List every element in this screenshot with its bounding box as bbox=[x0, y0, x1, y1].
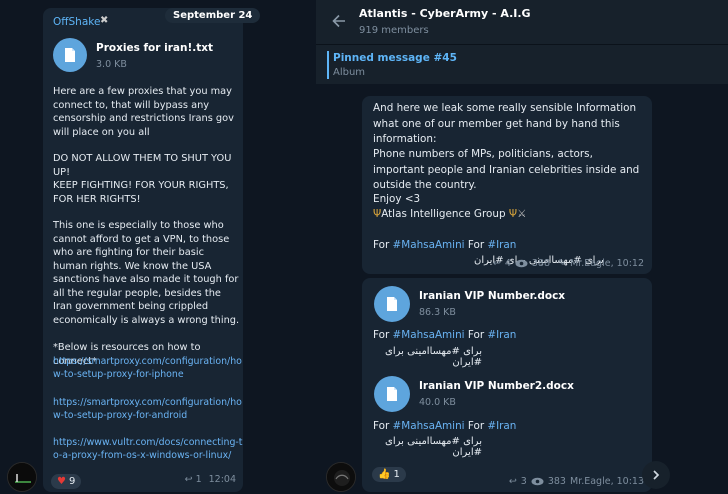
pin-icon: ✎ bbox=[558, 258, 566, 269]
view-count: 388 bbox=[531, 258, 551, 269]
reply-count: 1 bbox=[195, 474, 202, 485]
chat-title[interactable]: Atlantis - CyberArmy - A.I.G bbox=[359, 7, 531, 20]
chevron-right-icon bbox=[653, 470, 660, 480]
file-size: 86.3 KB bbox=[419, 307, 456, 318]
file-attachment[interactable]: Iranian VIP Number2.docx 40.0 KB bbox=[374, 376, 574, 412]
file-attachment[interactable]: Iranian VIP Number.docx 86.3 KB bbox=[374, 286, 565, 322]
pinned-indicator bbox=[327, 51, 329, 79]
left-chat-pane: OffShake ✖ Proxies for iran!.txt 3.0 KB … bbox=[0, 0, 314, 494]
message-text: This one is especially to those who cann… bbox=[53, 220, 240, 326]
eye-icon bbox=[531, 477, 544, 486]
file-icon[interactable] bbox=[53, 38, 87, 72]
file-size: 3.0 KB bbox=[96, 59, 127, 70]
message-time: 12:04 bbox=[208, 474, 236, 485]
link-iphone[interactable]: https://smartproxy.com/configuration/how… bbox=[53, 355, 243, 381]
hashtag-iran[interactable]: #Iran bbox=[487, 420, 516, 432]
message-bubble[interactable]: And here we leak some really sensible In… bbox=[362, 96, 652, 274]
hashtag-line: For #MahsaAmini For #Iran bbox=[373, 328, 645, 344]
link-android[interactable]: https://smartproxy.com/configuration/how… bbox=[53, 396, 243, 422]
chat-header[interactable]: Atlantis - CyberArmy - A.I.G 919 members bbox=[316, 0, 728, 44]
message-text: Phone numbers of MPs, politicians, actor… bbox=[373, 148, 640, 191]
hashtag-mahsaamini[interactable]: #MahsaAmini bbox=[393, 420, 465, 432]
file-name: Iranian VIP Number.docx bbox=[419, 290, 566, 302]
file-name: Proxies for iran!.txt bbox=[96, 42, 214, 54]
message-text: KEEP FIGHTING! FOR YOUR RIGHTS, FOR HER … bbox=[53, 180, 229, 205]
reply-icon: ↩ bbox=[492, 258, 501, 269]
file-size: 40.0 KB bbox=[419, 397, 456, 408]
file-icon[interactable] bbox=[374, 376, 410, 412]
for-label: For bbox=[373, 239, 393, 251]
thumbs-up-icon: 👍 bbox=[378, 469, 391, 480]
pinned-title[interactable]: Pinned message #45 bbox=[333, 52, 457, 64]
message-meta: ↩ 3 383 Mr.Eagle, 10:13 bbox=[509, 476, 644, 487]
trident-icon: Ψ bbox=[508, 208, 518, 220]
rtl-hashtags[interactable]: برای #مهساامینی برای #ایران bbox=[374, 436, 482, 458]
hashtag-mahsaamini[interactable]: #MahsaAmini bbox=[393, 329, 465, 341]
message-meta: ↩ 1 12:04 bbox=[185, 474, 236, 485]
hashtag-line: For #MahsaAmini For #Iran bbox=[373, 238, 645, 254]
for-label: For bbox=[464, 329, 488, 341]
reply-count: 4 bbox=[504, 258, 511, 269]
for-label: For bbox=[464, 420, 488, 432]
link-vultr[interactable]: https://www.vultr.com/docs/connecting-to… bbox=[53, 436, 243, 462]
scroll-down-button[interactable] bbox=[642, 461, 670, 489]
file-name: Iranian VIP Number2.docx bbox=[419, 380, 574, 392]
avatar[interactable] bbox=[326, 462, 356, 492]
signature-line: ΨAtlas Intelligence Group Ψ⚔ bbox=[373, 207, 645, 223]
hashtag-iran[interactable]: #Iran bbox=[487, 239, 516, 251]
signature-text: Atlas Intelligence Group bbox=[381, 208, 506, 220]
reaction-count: 9 bbox=[68, 476, 76, 487]
pinned-subtitle: Album bbox=[333, 67, 366, 78]
reply-count: 3 bbox=[520, 476, 527, 487]
file-attachment[interactable]: Proxies for iran!.txt 3.0 KB bbox=[53, 38, 213, 72]
hashtag-iran[interactable]: #Iran bbox=[487, 329, 516, 341]
message-text: DO NOT ALLOW THEM TO SHUT YOU UP! bbox=[53, 153, 232, 178]
sender-badge: ✖ bbox=[100, 15, 109, 26]
sender-name[interactable]: OffShake bbox=[53, 16, 100, 28]
hashtag-line: For #MahsaAmini For #Iran bbox=[373, 419, 645, 435]
rtl-hashtags[interactable]: برای #مهساامینی برای #ایران bbox=[374, 346, 482, 368]
message-bubble[interactable]: Iranian VIP Number.docx 86.3 KB For #Mah… bbox=[362, 278, 652, 492]
reaction-count: 1 bbox=[393, 469, 400, 480]
hashtag-mahsaamini[interactable]: #MahsaAmini bbox=[393, 239, 465, 251]
message-text: Here are a few proxies that you may conn… bbox=[53, 86, 234, 138]
author-time: Mr.Eagle, 10:12 bbox=[569, 258, 644, 269]
author-time: Mr.Eagle, 10:13 bbox=[569, 476, 644, 487]
date-pill: September 24 bbox=[165, 8, 261, 23]
pinned-message-bar[interactable]: Pinned message #45 Album bbox=[316, 44, 728, 84]
reply-icon: ↩ bbox=[184, 474, 193, 485]
file-icon[interactable] bbox=[374, 286, 410, 322]
message-text: And here we leak some really sensible In… bbox=[373, 102, 637, 145]
for-label: For bbox=[464, 239, 488, 251]
right-chat-pane: Atlantis - CyberArmy - A.I.G 919 members… bbox=[316, 0, 728, 494]
message-bubble[interactable]: OffShake ✖ Proxies for iran!.txt 3.0 KB … bbox=[43, 8, 243, 492]
reaction-heart[interactable]: ♥ 9 bbox=[51, 474, 82, 489]
view-count: 383 bbox=[547, 476, 566, 487]
for-label: For bbox=[373, 329, 393, 341]
message-text: Enjoy <3 bbox=[373, 193, 421, 205]
avatar[interactable] bbox=[7, 462, 37, 492]
for-label: For bbox=[373, 420, 393, 432]
reply-icon: ↩ bbox=[508, 476, 517, 487]
message-meta: ↩ 4 388 ✎ Mr.Eagle, 10:12 bbox=[493, 258, 644, 269]
eye-icon bbox=[515, 259, 528, 268]
member-count: 919 members bbox=[359, 25, 429, 36]
reaction-thumbs-up[interactable]: 👍 1 bbox=[372, 467, 406, 482]
trident-icon: Ψ bbox=[373, 208, 382, 220]
heart-icon: ♥ bbox=[57, 476, 66, 487]
arrow-left-icon[interactable] bbox=[330, 12, 348, 30]
swords-icon: ⚔ bbox=[517, 208, 527, 220]
